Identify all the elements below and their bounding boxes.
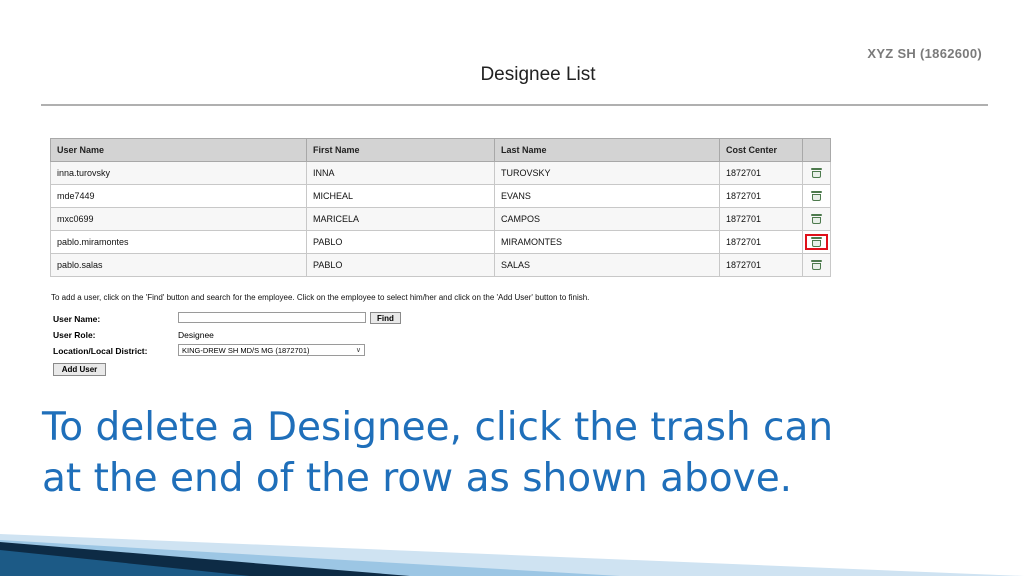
column-header-cost-center[interactable]: Cost Center xyxy=(719,138,803,162)
add-user-instructions: To add a user, click on the 'Find' butto… xyxy=(51,293,590,302)
slide-decoration xyxy=(0,534,1024,576)
cell-user-name: mxc0699 xyxy=(50,207,307,231)
delete-cell xyxy=(802,230,831,254)
add-user-button[interactable]: Add User xyxy=(53,363,106,376)
cell-cost-center: 1872701 xyxy=(719,230,803,254)
cell-cost-center: 1872701 xyxy=(719,184,803,208)
trash-can-icon[interactable] xyxy=(811,260,822,271)
trash-can-icon[interactable] xyxy=(811,237,822,247)
cell-first-name: MICHEAL xyxy=(306,184,495,208)
cell-last-name: EVANS xyxy=(494,184,720,208)
find-button[interactable]: Find xyxy=(370,312,401,324)
column-header-last-name[interactable]: Last Name xyxy=(494,138,720,162)
location-label: Location/Local District: xyxy=(53,346,148,356)
cell-last-name: CAMPOS xyxy=(494,207,720,231)
table-row[interactable]: mxc0699 MARICELA CAMPOS 1872701 xyxy=(50,207,831,231)
user-name-label: User Name: xyxy=(53,314,101,324)
delete-cell xyxy=(802,184,831,208)
column-header-user-name[interactable]: User Name xyxy=(50,138,307,162)
trash-can-icon[interactable] xyxy=(811,191,822,202)
title-divider xyxy=(41,104,988,106)
column-header-actions xyxy=(802,138,831,162)
table-row[interactable]: pablo.miramontes PABLO MIRAMONTES 187270… xyxy=(50,230,831,254)
table-row[interactable]: inna.turovsky INNA TUROVSKY 1872701 xyxy=(50,161,831,185)
table-row[interactable]: pablo.salas PABLO SALAS 1872701 xyxy=(50,253,831,277)
table-row[interactable]: mde7449 MICHEAL EVANS 1872701 xyxy=(50,184,831,208)
column-header-first-name[interactable]: First Name xyxy=(306,138,495,162)
trash-highlight-box xyxy=(805,234,828,250)
cell-last-name: SALAS xyxy=(494,253,720,277)
location-select[interactable]: KING-DREW SH MD/S MG (1872701) ∨ xyxy=(178,344,365,356)
caption-line-1: To delete a Designee, click the trash ca… xyxy=(42,405,834,450)
cell-first-name: INNA xyxy=(306,161,495,185)
trash-can-icon[interactable] xyxy=(811,214,822,225)
page-title: Designee List xyxy=(480,64,596,85)
designee-table: User Name First Name Last Name Cost Cent… xyxy=(50,138,831,277)
table-header-row: User Name First Name Last Name Cost Cent… xyxy=(50,138,831,162)
cell-first-name: MARICELA xyxy=(306,207,495,231)
user-name-input[interactable] xyxy=(178,312,366,323)
location-select-value: KING-DREW SH MD/S MG (1872701) xyxy=(182,346,310,355)
cell-last-name: MIRAMONTES xyxy=(494,230,720,254)
cell-user-name: pablo.salas xyxy=(50,253,307,277)
cell-user-name: mde7449 xyxy=(50,184,307,208)
user-role-label: User Role: xyxy=(53,330,96,340)
delete-cell xyxy=(802,161,831,185)
cell-cost-center: 1872701 xyxy=(719,161,803,185)
site-label: XYZ SH (1862600) xyxy=(867,46,982,61)
user-role-value: Designee xyxy=(178,330,214,340)
trash-can-icon[interactable] xyxy=(811,168,822,179)
cell-first-name: PABLO xyxy=(306,230,495,254)
cell-last-name: TUROVSKY xyxy=(494,161,720,185)
cell-user-name: pablo.miramontes xyxy=(50,230,307,254)
cell-cost-center: 1872701 xyxy=(719,207,803,231)
delete-cell xyxy=(802,207,831,231)
delete-cell xyxy=(802,253,831,277)
cell-first-name: PABLO xyxy=(306,253,495,277)
cell-cost-center: 1872701 xyxy=(719,253,803,277)
chevron-down-icon: ∨ xyxy=(355,347,361,354)
cell-user-name: inna.turovsky xyxy=(50,161,307,185)
